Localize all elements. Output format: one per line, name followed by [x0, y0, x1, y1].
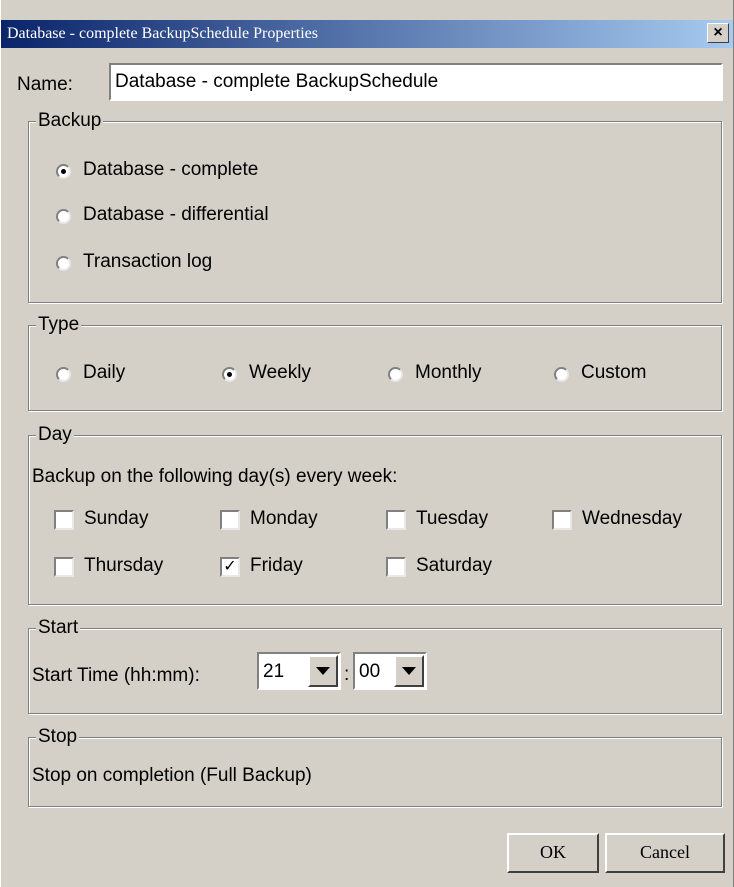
checkbox-label[interactable]: Wednesday [582, 508, 682, 530]
start-time-label: Start Time (hh:mm): [32, 665, 200, 686]
radio-transaction-log[interactable] [56, 256, 71, 271]
name-input[interactable] [109, 63, 723, 101]
radio-label[interactable]: Database - differential [83, 204, 269, 226]
minute-value: 00 [359, 661, 381, 682]
ok-button[interactable]: OK [507, 833, 599, 873]
properties-dialog: Database - complete BackupSchedule Prope… [0, 0, 734, 887]
checkbox-label[interactable]: Thursday [84, 555, 163, 577]
day-group: Day Backup on the following day(s) every… [28, 424, 722, 605]
radio-daily[interactable] [56, 367, 71, 382]
hour-value: 21 [263, 661, 285, 682]
checkbox-friday[interactable]: ✓ [220, 557, 240, 577]
hour-dropdown-icon[interactable] [308, 655, 338, 687]
name-label: Name: [17, 74, 73, 95]
checkbox-saturday[interactable] [386, 557, 406, 577]
stop-group-label: Stop [36, 726, 80, 748]
radio-label[interactable]: Custom [581, 362, 646, 384]
checkbox-label[interactable]: Monday [250, 508, 318, 530]
radio-label[interactable]: Monthly [415, 362, 482, 384]
radio-database-differential[interactable] [56, 209, 71, 224]
day-description: Backup on the following day(s) every wee… [32, 466, 398, 487]
checkbox-tuesday[interactable] [386, 510, 406, 530]
checkbox-wednesday[interactable] [552, 510, 572, 530]
backup-group-label: Backup [36, 110, 104, 132]
window-title: Database - complete BackupSchedule Prope… [7, 25, 318, 42]
hour-select[interactable]: 21 [257, 652, 341, 690]
checkbox-sunday[interactable] [54, 510, 74, 530]
checkmark-icon: ✓ [223, 558, 237, 575]
radio-weekly[interactable] [222, 367, 237, 382]
radio-label[interactable]: Daily [83, 362, 125, 384]
checkbox-monday[interactable] [220, 510, 240, 530]
minute-select[interactable]: 00 [353, 652, 427, 690]
title-bar[interactable]: Database - complete BackupSchedule Prope… [1, 20, 733, 48]
type-group-label: Type [36, 314, 82, 336]
radio-custom[interactable] [554, 367, 569, 382]
type-group: Type Daily Weekly Monthly Custom [28, 314, 722, 411]
close-button[interactable]: × [707, 23, 729, 43]
day-group-label: Day [36, 424, 74, 446]
stop-group: Stop Stop on completion (Full Backup) [28, 726, 722, 807]
close-icon: × [713, 24, 723, 41]
start-group: Start Start Time (hh:mm): 21 : 00 [28, 617, 722, 714]
checkbox-label[interactable]: Tuesday [416, 508, 488, 530]
checkbox-label[interactable]: Sunday [84, 508, 148, 530]
start-group-label: Start [36, 617, 81, 639]
checkbox-label[interactable]: Saturday [416, 555, 492, 577]
radio-label[interactable]: Transaction log [83, 251, 212, 273]
minute-dropdown-icon[interactable] [394, 655, 424, 687]
cancel-button[interactable]: Cancel [605, 833, 725, 873]
stop-description: Stop on completion (Full Backup) [32, 765, 312, 786]
radio-monthly[interactable] [388, 367, 403, 382]
backup-group: Backup Database - complete Database - di… [28, 110, 722, 303]
checkbox-label[interactable]: Friday [250, 555, 303, 577]
radio-label[interactable]: Database - complete [83, 159, 258, 181]
time-separator: : [344, 664, 350, 685]
radio-label[interactable]: Weekly [249, 362, 311, 384]
radio-database-complete[interactable] [56, 164, 71, 179]
checkbox-thursday[interactable] [54, 557, 74, 577]
